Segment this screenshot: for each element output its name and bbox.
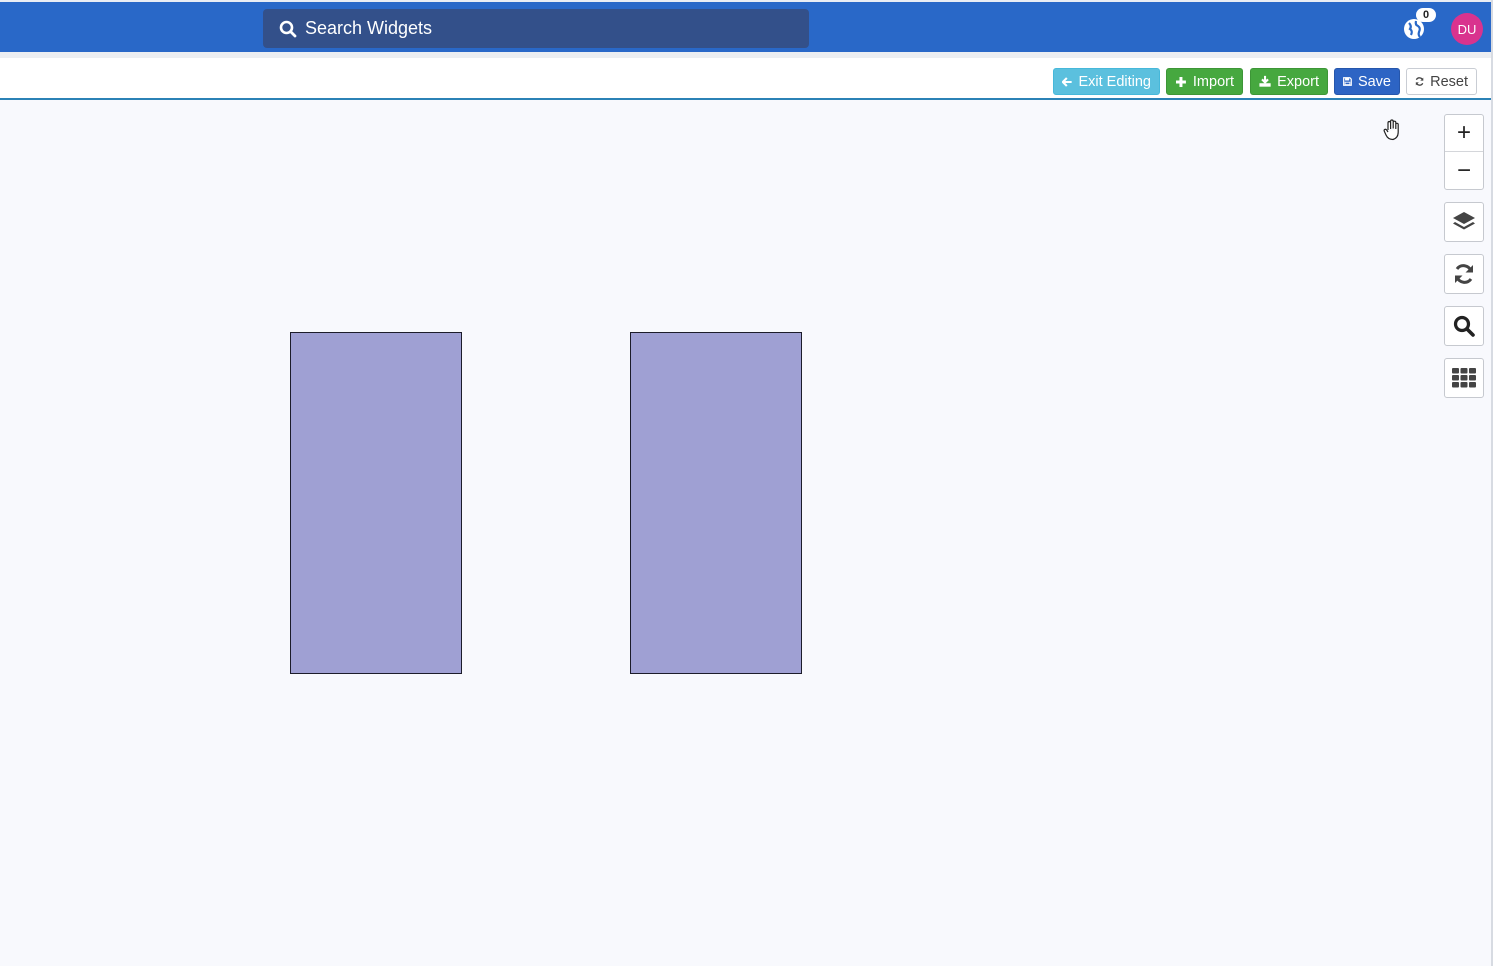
search-icon <box>279 20 297 37</box>
exit-editing-label: Exit Editing <box>1078 73 1151 90</box>
search-placeholder: Search Widgets <box>305 18 433 38</box>
plus-icon <box>1175 76 1186 87</box>
exit-editing-button[interactable]: Exit Editing <box>1053 68 1160 95</box>
editing-toolbar: Exit Editing Import Export Save Reset <box>0 52 1493 100</box>
rectangle-shape-2[interactable] <box>630 332 802 674</box>
zoom-in-button[interactable]: + <box>1445 115 1483 152</box>
floppy-disk-icon <box>1343 77 1352 86</box>
notifications-button[interactable]: 0 <box>1399 8 1436 44</box>
refresh-button[interactable] <box>1444 254 1484 294</box>
layers-icon <box>1453 211 1475 229</box>
import-label: Import <box>1192 73 1234 90</box>
search-button[interactable] <box>1444 306 1484 346</box>
arrow-left-icon <box>1062 76 1072 87</box>
notification-count-badge: 0 <box>1416 8 1436 22</box>
refresh-icon <box>1415 77 1424 86</box>
reset-label: Reset <box>1430 73 1468 90</box>
refresh-icon <box>1455 263 1473 284</box>
grid-icon <box>1452 367 1476 387</box>
rectangle-shape-1[interactable] <box>290 332 462 674</box>
diagram-canvas[interactable]: + − <box>0 100 1493 966</box>
user-avatar[interactable]: DU <box>1451 13 1483 45</box>
download-icon <box>1259 75 1271 87</box>
layers-button[interactable] <box>1444 202 1484 242</box>
hand-pointer-icon <box>1383 119 1399 141</box>
zoom-controls: + − <box>1444 114 1484 190</box>
save-button[interactable]: Save <box>1334 68 1400 95</box>
zoom-out-button[interactable]: − <box>1445 152 1483 189</box>
search-icon <box>1453 315 1475 337</box>
grid-button[interactable] <box>1444 358 1484 398</box>
search-widgets-input[interactable]: Search Widgets <box>263 9 809 48</box>
reset-button[interactable]: Reset <box>1406 68 1477 95</box>
save-label: Save <box>1357 73 1391 90</box>
top-navigation-bar: Search Widgets 0 DU <box>0 0 1493 52</box>
export-button[interactable]: Export <box>1250 68 1328 95</box>
import-button[interactable]: Import <box>1166 68 1243 95</box>
export-label: Export <box>1277 73 1319 90</box>
